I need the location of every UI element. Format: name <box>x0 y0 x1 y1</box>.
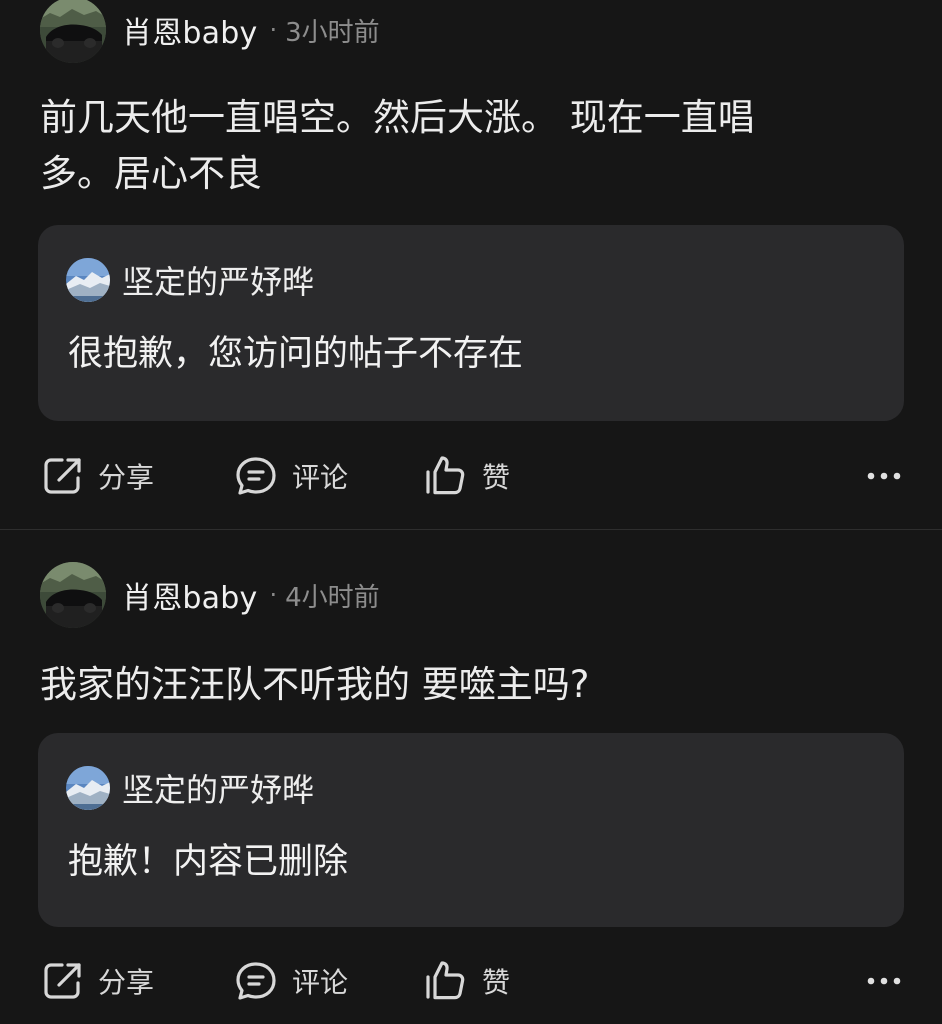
comment-button[interactable]: 评论 <box>234 446 348 506</box>
quoted-author-avatar[interactable] <box>66 258 110 302</box>
post-time: 4小时前 <box>285 582 380 613</box>
post-header: 肖恩baby · 4小时前 <box>40 561 380 629</box>
thumbs-up-icon <box>426 456 465 495</box>
share-icon <box>44 963 81 999</box>
post-content[interactable]: 前几天他一直唱空。然后大涨。 现在一直唱 多。居心不良 <box>40 90 900 202</box>
post-divider <box>0 529 942 530</box>
like-button[interactable]: 赞 <box>424 446 510 506</box>
thumbs-up-icon <box>426 961 465 1000</box>
more-horizontal-icon <box>867 472 901 480</box>
quoted-post-text: 很抱歉，您访问的帖子不存在 <box>68 334 524 374</box>
post-content-line-2: 多。居心不良 <box>40 152 262 195</box>
share-icon <box>44 458 81 494</box>
share-button[interactable]: 分享 <box>42 951 154 1011</box>
quoted-author-name[interactable]: 坚定的严妤晔 <box>122 257 314 303</box>
post-content-line-1: 前几天他一直唱空。然后大涨。 现在一直唱 <box>40 96 755 139</box>
post-card[interactable]: 肖恩baby · 3小时前 前几天他一直唱空。然后大涨。 现在一直唱 多。居心不良… <box>0 0 942 530</box>
comment-label: 评论 <box>292 966 349 999</box>
comment-button[interactable]: 评论 <box>234 951 348 1011</box>
post-actions: 分享 评论 赞 <box>40 446 906 506</box>
meta-separator: · <box>269 16 278 44</box>
quoted-post-card[interactable]: 坚定的严妤晔 很抱歉，您访问的帖子不存在 <box>38 225 904 421</box>
more-horizontal-icon <box>867 977 901 985</box>
share-button[interactable]: 分享 <box>42 446 154 506</box>
user-avatar[interactable] <box>40 562 106 628</box>
post-time: 3小时前 <box>285 17 380 48</box>
share-label: 分享 <box>98 966 155 999</box>
more-button[interactable] <box>866 951 902 1011</box>
quoted-author: 坚定的严妤晔 <box>66 765 314 811</box>
comment-icon <box>236 457 276 495</box>
like-label: 赞 <box>482 461 511 494</box>
quoted-author-avatar[interactable] <box>66 766 110 810</box>
post-card[interactable]: 肖恩baby · 4小时前 我家的汪汪队不听我的 要噬主吗? 坚定的严妤晔 抱歉… <box>0 531 942 1024</box>
quoted-post-text: 抱歉！内容已删除 <box>68 842 349 882</box>
post-actions: 分享 评论 赞 <box>40 951 906 1011</box>
quoted-author: 坚定的严妤晔 <box>66 257 314 303</box>
meta-separator: · <box>269 581 278 609</box>
share-label: 分享 <box>98 461 155 494</box>
quoted-post-card[interactable]: 坚定的严妤晔 抱歉！内容已删除 <box>38 733 904 927</box>
like-label: 赞 <box>482 966 511 999</box>
comment-label: 评论 <box>292 461 349 494</box>
username[interactable]: 肖恩baby <box>122 8 257 52</box>
post-content[interactable]: 我家的汪汪队不听我的 要噬主吗? <box>40 657 900 713</box>
user-avatar[interactable] <box>40 0 106 63</box>
comment-icon <box>236 962 276 1000</box>
post-header: 肖恩baby · 3小时前 <box>40 0 380 64</box>
more-button[interactable] <box>866 446 902 506</box>
like-button[interactable]: 赞 <box>424 951 510 1011</box>
username[interactable]: 肖恩baby <box>122 573 257 617</box>
quoted-author-name[interactable]: 坚定的严妤晔 <box>122 765 314 811</box>
